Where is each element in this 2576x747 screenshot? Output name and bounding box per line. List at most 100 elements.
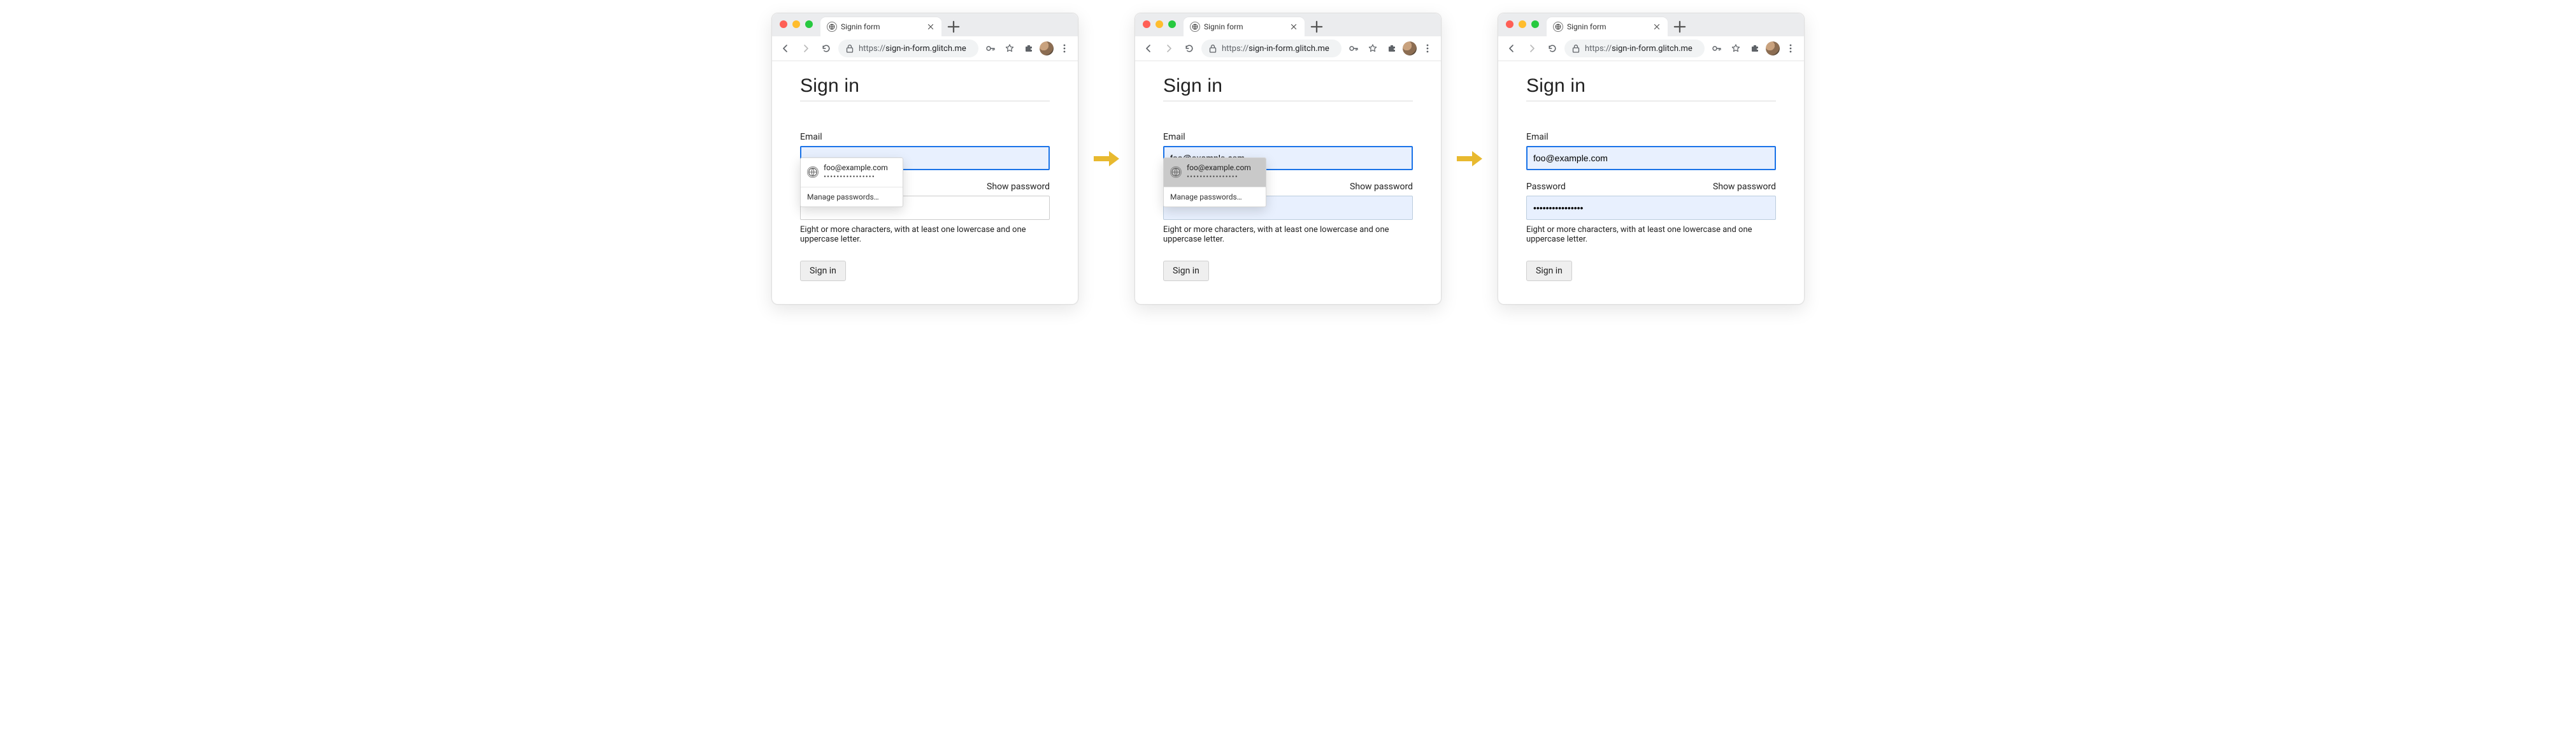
reload-button[interactable]: [1181, 40, 1198, 57]
address-bar[interactable]: https://sign-in-form.glitch.me: [1564, 40, 1705, 57]
minimize-window-button[interactable]: [1156, 20, 1163, 28]
browser-window: Signin form https://sign-in-form.glitch.…: [771, 13, 1078, 305]
forward-button[interactable]: [1524, 40, 1540, 57]
url-text: https://sign-in-form.glitch.me: [1585, 44, 1692, 54]
page-content: Sign in Email foo@example.com ••••••••••…: [772, 61, 1078, 304]
zoom-window-button[interactable]: [805, 20, 813, 28]
back-button[interactable]: [777, 40, 794, 57]
zoom-window-button[interactable]: [1168, 20, 1176, 28]
key-icon[interactable]: [982, 40, 999, 57]
globe-icon: [1170, 166, 1182, 178]
extensions-icon[interactable]: [1384, 40, 1400, 57]
extensions-icon[interactable]: [1747, 40, 1763, 57]
browser-tab[interactable]: Signin form: [1184, 17, 1305, 36]
lock-icon: [845, 43, 855, 54]
toolbar: https://sign-in-form.glitch.me: [1498, 36, 1804, 61]
toolbar: https://sign-in-form.glitch.me: [1135, 36, 1441, 61]
menu-dots-icon[interactable]: [1782, 40, 1799, 57]
page-title: Sign in: [800, 75, 1050, 97]
profile-avatar[interactable]: [1403, 41, 1417, 55]
profile-avatar[interactable]: [1040, 41, 1054, 55]
new-tab-button[interactable]: [1308, 18, 1325, 35]
page-content: Sign in Email Password Show password Eig…: [1498, 61, 1804, 304]
reload-button[interactable]: [1544, 40, 1561, 57]
browser-window: Signin form https://sign-in-form.glitch.…: [1134, 13, 1442, 305]
url-text: https://sign-in-form.glitch.me: [859, 44, 966, 54]
close-tab-button[interactable]: [926, 22, 935, 31]
reload-button[interactable]: [818, 40, 834, 57]
window-controls: [780, 20, 813, 28]
password-hint: Eight or more characters, with at least …: [1163, 225, 1413, 244]
star-icon[interactable]: [1728, 40, 1744, 57]
signin-button[interactable]: Sign in: [1163, 261, 1209, 281]
back-button[interactable]: [1140, 40, 1157, 57]
manage-passwords-item[interactable]: Manage passwords…: [1164, 187, 1266, 207]
manage-passwords-item[interactable]: Manage passwords…: [801, 187, 903, 207]
key-icon[interactable]: [1345, 40, 1362, 57]
password-hint: Eight or more characters, with at least …: [800, 225, 1050, 244]
address-bar[interactable]: https://sign-in-form.glitch.me: [1201, 40, 1342, 57]
autofill-username: foo@example.com: [824, 163, 888, 172]
titlebar: Signin form: [772, 13, 1078, 36]
globe-icon: [1553, 22, 1563, 32]
globe-icon: [827, 22, 837, 32]
password-label: Password: [1526, 182, 1566, 192]
back-button[interactable]: [1503, 40, 1520, 57]
browser-tab[interactable]: Signin form: [1547, 17, 1668, 36]
page-title: Sign in: [1163, 75, 1413, 97]
menu-dots-icon[interactable]: [1056, 40, 1073, 57]
browser-tab[interactable]: Signin form: [820, 17, 941, 36]
window-controls: [1143, 20, 1176, 28]
autofill-dropdown: foo@example.com •••••••••••••••• Manage …: [800, 157, 903, 207]
lock-icon: [1208, 43, 1218, 54]
autofill-username: foo@example.com: [1187, 163, 1251, 172]
close-window-button[interactable]: [1143, 20, 1150, 28]
signin-button[interactable]: Sign in: [800, 261, 846, 281]
profile-avatar[interactable]: [1766, 41, 1780, 55]
zoom-window-button[interactable]: [1531, 20, 1539, 28]
signin-button[interactable]: Sign in: [1526, 261, 1572, 281]
minimize-window-button[interactable]: [792, 20, 800, 28]
titlebar: Signin form: [1135, 13, 1441, 36]
page-title: Sign in: [1526, 75, 1776, 97]
forward-button[interactable]: [798, 40, 814, 57]
password-hint: Eight or more characters, with at least …: [1526, 225, 1776, 244]
address-bar[interactable]: https://sign-in-form.glitch.me: [838, 40, 978, 57]
password-input[interactable]: [1526, 196, 1776, 220]
url-text: https://sign-in-form.glitch.me: [1222, 44, 1329, 54]
new-tab-button[interactable]: [1671, 18, 1688, 35]
tab-strip: Signin form: [1547, 13, 1688, 36]
email-field-row: Email foo@example.com •••••••••••••••• M…: [800, 132, 1050, 170]
close-window-button[interactable]: [1506, 20, 1513, 28]
page-content: Sign in Email foo@example.com ••••••••••…: [1135, 61, 1441, 304]
titlebar: Signin form: [1498, 13, 1804, 36]
star-icon[interactable]: [1364, 40, 1381, 57]
email-input[interactable]: [1526, 146, 1776, 170]
arrow-icon: [1454, 149, 1485, 169]
tab-title: Signin form: [1567, 22, 1649, 31]
globe-icon: [807, 166, 819, 178]
new-tab-button[interactable]: [945, 18, 962, 35]
show-password-toggle[interactable]: Show password: [1713, 182, 1776, 192]
autofill-item[interactable]: foo@example.com ••••••••••••••••: [801, 158, 903, 187]
minimize-window-button[interactable]: [1519, 20, 1526, 28]
toolbar: https://sign-in-form.glitch.me: [772, 36, 1078, 61]
menu-dots-icon[interactable]: [1419, 40, 1436, 57]
extensions-icon[interactable]: [1020, 40, 1037, 57]
tab-strip: Signin form: [820, 13, 962, 36]
email-label: Email: [1526, 132, 1776, 142]
email-label: Email: [800, 132, 1050, 142]
show-password-toggle[interactable]: Show password: [987, 182, 1050, 192]
show-password-toggle[interactable]: Show password: [1350, 182, 1413, 192]
forward-button[interactable]: [1161, 40, 1177, 57]
key-icon[interactable]: [1708, 40, 1725, 57]
close-tab-button[interactable]: [1289, 22, 1298, 31]
close-window-button[interactable]: [780, 20, 787, 28]
star-icon[interactable]: [1001, 40, 1018, 57]
autofill-pw-mask: ••••••••••••••••: [1187, 172, 1251, 181]
autofill-item[interactable]: foo@example.com ••••••••••••••••: [1164, 158, 1266, 187]
close-tab-button[interactable]: [1652, 22, 1661, 31]
tab-strip: Signin form: [1184, 13, 1325, 36]
tab-title: Signin form: [1204, 22, 1285, 31]
email-field-row: Email foo@example.com •••••••••••••••• M…: [1163, 132, 1413, 170]
